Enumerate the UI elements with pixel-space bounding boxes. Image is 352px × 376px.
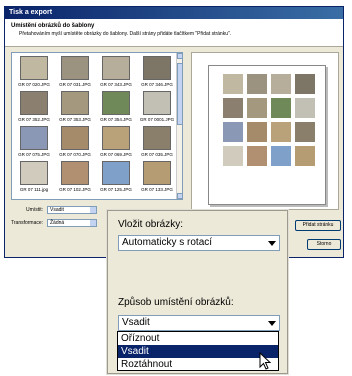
thumbnail-item[interactable]: GR 07 125.JPG [99, 161, 133, 196]
thumbnail-caption: GR 07 020.JPG [18, 82, 50, 87]
thumbnail-item[interactable]: GR 07 354.JPG [99, 91, 133, 126]
thumbnail-item[interactable]: GR 07 070.JPG [58, 126, 92, 161]
preview-photo[interactable] [295, 98, 315, 118]
insert-select[interactable]: Vsadit [47, 206, 97, 214]
preview-photo[interactable] [295, 74, 315, 94]
preview-photo[interactable] [223, 74, 243, 94]
preview-photo[interactable] [271, 74, 291, 94]
thumbnail-caption: GR 07 111.jpg [19, 187, 49, 192]
header-title: Umístění obrázků do šablony [11, 23, 95, 29]
thumbnail-image[interactable] [143, 161, 171, 185]
thumbnail-image[interactable] [20, 161, 48, 185]
preview-photo[interactable] [223, 122, 243, 142]
thumbnail-item[interactable]: GR 07 353.JPG [58, 91, 92, 126]
thumbnail-image[interactable] [61, 56, 89, 80]
thumbnail-item[interactable]: GR 07 352.JPG [17, 91, 51, 126]
thumbnail-caption: GR 07 352.JPG [18, 117, 50, 122]
transform-row: Transformace: Žádná [11, 219, 97, 227]
preview-photo[interactable] [247, 98, 267, 118]
preview-photo[interactable] [271, 146, 291, 166]
thumbnail-image[interactable] [102, 91, 130, 115]
placement-value: Vsadit [122, 317, 150, 328]
preview-photo[interactable] [247, 146, 267, 166]
thumbnail-image[interactable] [143, 91, 171, 115]
thumbnail-caption: GR 07 133.JPG [141, 187, 173, 192]
thumbnail-image[interactable] [20, 56, 48, 80]
preview-photo[interactable] [247, 74, 267, 94]
thumbnail-caption: GR 07 070.JPG [59, 152, 91, 157]
thumbnail-list[interactable]: GR 07 020.JPG GR 07 031.JPG GR 07 343.JPG G… [11, 52, 183, 200]
thumbnail-caption: GR 07 035.JPG [141, 152, 173, 157]
placement-options-list[interactable]: Oříznout Vsadit Roztáhnout [117, 331, 279, 371]
preview-page [208, 65, 326, 205]
insert-row: Umístit: Vsadit [11, 206, 97, 214]
window-title: Tisk a export [5, 7, 343, 19]
placement-select[interactable]: Vsadit [118, 315, 280, 331]
transform-label: Transformace: [11, 220, 44, 226]
thumbnail-image[interactable] [61, 91, 89, 115]
placement-label: Způsob umístění obrázků: [118, 297, 234, 308]
thumbnail-image[interactable] [143, 56, 171, 80]
close-button[interactable]: Storno [307, 239, 341, 250]
insert-label: Umístit: [26, 207, 43, 213]
thumbnail-caption: GR 07 346.JPG [141, 82, 173, 87]
add-page-button[interactable]: Přidat stránku [295, 220, 341, 231]
thumbnail-caption: GR 07 031.JPG [59, 82, 91, 87]
thumbnail-item[interactable]: GR 07 075.JPG [17, 126, 51, 161]
thumbnail-image[interactable] [102, 126, 130, 150]
scroll-up-icon[interactable] [177, 53, 182, 59]
thumbnail-caption: GR 07 353.JPG [59, 117, 91, 122]
thumbnail-caption: GR 07 069.JPG [100, 152, 132, 157]
thumbnail-caption: GR 07 075.JPG [18, 152, 50, 157]
thumbnail-image[interactable] [20, 126, 48, 150]
thumbnail-image[interactable] [61, 126, 89, 150]
thumbnail-caption: GR 07 125.JPG [100, 187, 132, 192]
scroll-down-icon[interactable] [177, 193, 182, 199]
thumbnail-item[interactable]: GR 07 0001.JPG [140, 91, 174, 126]
preview-photo[interactable] [271, 122, 291, 142]
thumbnail-image[interactable] [143, 126, 171, 150]
transform-select[interactable]: Žádná [47, 219, 97, 227]
insert-images-label: Vložit obrázky: [118, 219, 184, 230]
preview-photo[interactable] [223, 146, 243, 166]
thumbnail-image[interactable] [20, 91, 48, 115]
thumbnail-item[interactable]: GR 07 102.JPG [58, 161, 92, 196]
preview-photo[interactable] [295, 146, 315, 166]
header-description: Přetahováním myší umístěte obrázky do ša… [19, 31, 232, 37]
thumbnail-item[interactable]: GR 07 069.JPG [99, 126, 133, 161]
dialog-header: Umístění obrázků do šablony Přetahováním… [5, 19, 343, 47]
thumbnail-scrollbar[interactable] [176, 53, 182, 199]
thumbnail-image[interactable] [61, 161, 89, 185]
thumbnail-item[interactable]: GR 07 111.jpg [17, 161, 51, 196]
option-crop[interactable]: Oříznout [118, 332, 278, 345]
mouse-cursor-icon [259, 352, 272, 370]
scroll-thumb[interactable] [177, 63, 182, 125]
insert-images-select[interactable]: Automaticky s rotací [118, 235, 280, 251]
insert-images-value: Automaticky s rotací [122, 237, 213, 248]
thumbnail-caption: GR 07 102.JPG [59, 187, 91, 192]
preview-photo[interactable] [271, 98, 291, 118]
thumbnail-image[interactable] [102, 161, 130, 185]
thumbnail-item[interactable]: GR 07 343.JPG [99, 56, 133, 91]
dropdown-arrow-icon[interactable] [267, 238, 277, 248]
option-stretch[interactable]: Roztáhnout [118, 358, 278, 371]
thumbnail-item[interactable]: GR 07 020.JPG [17, 56, 51, 91]
thumbnail-item[interactable]: GR 07 031.JPG [58, 56, 92, 91]
preview-photo[interactable] [247, 122, 267, 142]
preview-photo[interactable] [295, 122, 315, 142]
thumbnail-caption: GR 07 354.JPG [100, 117, 132, 122]
page-preview [191, 52, 339, 210]
thumbnail-caption: GR 07 0001.JPG [139, 117, 175, 122]
thumbnail-item[interactable]: GR 07 133.JPG [140, 161, 174, 196]
thumbnail-item[interactable]: GR 07 035.JPG [140, 126, 174, 161]
thumbnail-caption: GR 07 343.JPG [100, 82, 132, 87]
dropdown-arrow-icon[interactable] [267, 318, 277, 328]
option-fit[interactable]: Vsadit [118, 345, 278, 358]
thumbnail-image[interactable] [102, 56, 130, 80]
preview-photo[interactable] [223, 98, 243, 118]
thumbnail-item[interactable]: GR 07 346.JPG [140, 56, 174, 91]
